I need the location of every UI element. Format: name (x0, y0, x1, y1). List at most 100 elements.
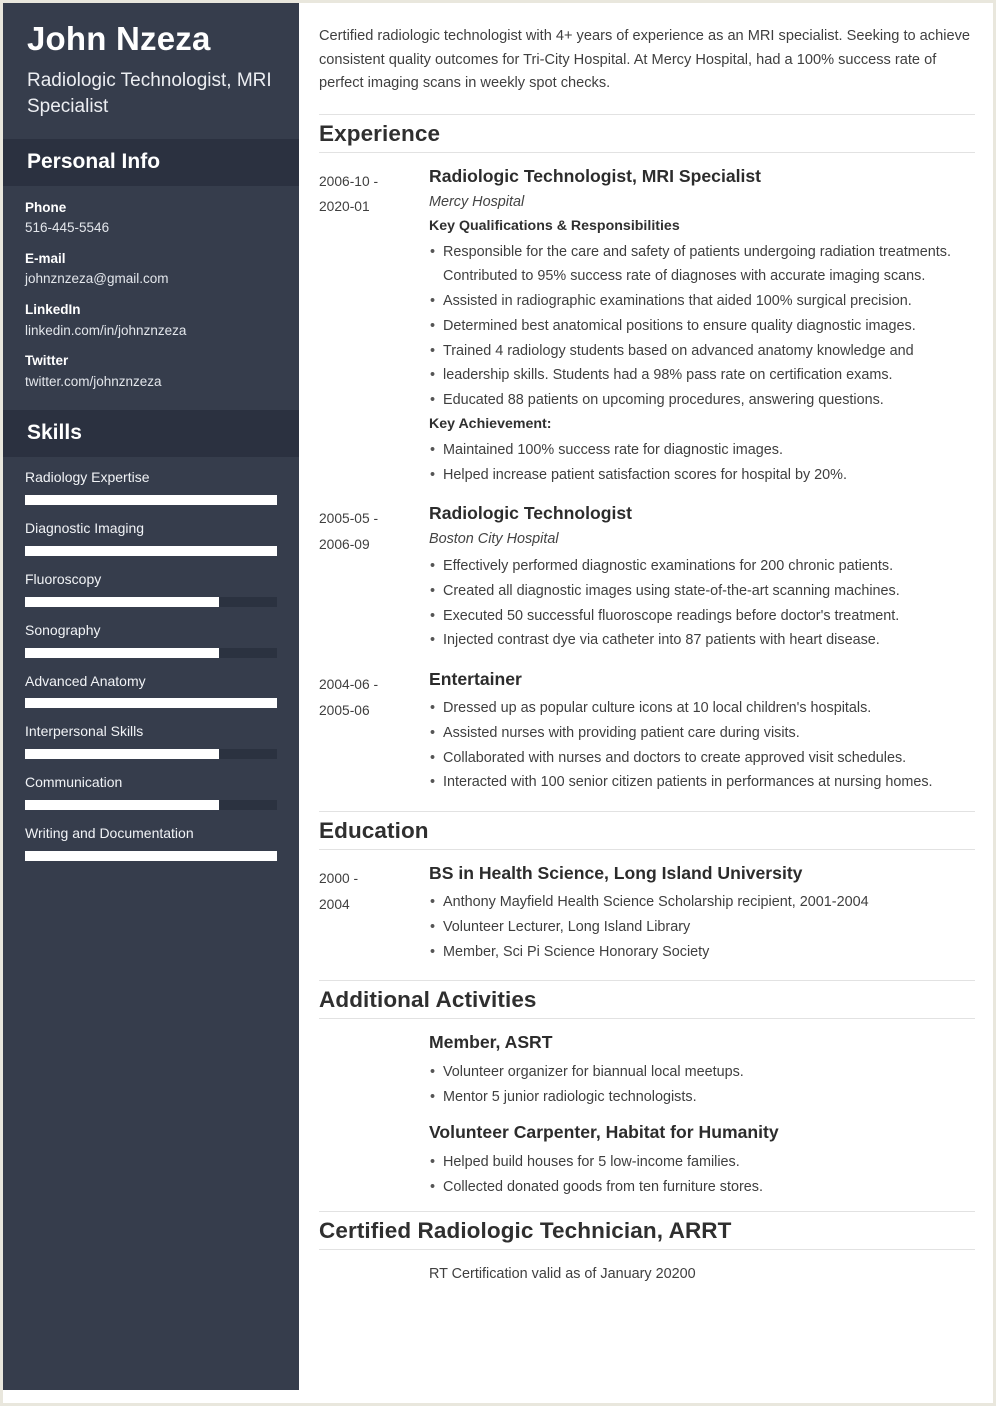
list-item: Injected contrast dye via catheter into … (429, 628, 975, 653)
skill-bar-track (25, 495, 277, 506)
skill-bar-track (25, 647, 277, 658)
skill-bar-fill (25, 546, 277, 557)
skill-bar-fill (25, 800, 220, 811)
personal-info-heading: Personal Info (3, 139, 299, 187)
entry-body: Radiologic Technologist, MRI Specialist … (429, 166, 975, 489)
experience-entry: 2005-05 - 2006-09 Radiologic Technologis… (319, 503, 975, 655)
skill-label: Interpersonal Skills (25, 723, 144, 740)
skill-bar-fill (25, 749, 220, 760)
section-header-education: Education (319, 811, 975, 851)
skill-item: Communication (25, 774, 277, 811)
skill-bar-track (25, 800, 277, 811)
full-name: John Nzeza (27, 20, 211, 57)
skill-bar-fill (25, 850, 277, 861)
entry-achievement-list: Maintained 100% success rate for diagnos… (429, 438, 975, 488)
date-to: 2020-01 (319, 199, 370, 215)
skill-label: Diagnostic Imaging (25, 520, 145, 537)
contact-item-phone: Phone 516-445-5546 (25, 200, 277, 237)
list-item: Volunteer organizer for biannual local m… (429, 1060, 975, 1085)
contact-label: Phone (25, 200, 67, 216)
entry-bullet-list: Anthony Mayfield Health Science Scholars… (429, 890, 975, 964)
skill-bar-track (25, 698, 277, 709)
activities-list: Member, ASRT Volunteer organizer for bia… (319, 1032, 975, 1199)
entry-body: Radiologic Technologist Boston City Hosp… (429, 503, 975, 655)
sidebar: John Nzeza Radiologic Technologist, MRI … (3, 3, 299, 1390)
skill-bar-track (25, 749, 277, 760)
list-item: Determined best anatomical positions to … (429, 314, 975, 339)
list-item: Trained 4 radiology students based on ad… (429, 339, 975, 364)
entry-dates: 2000 - 2004 (319, 863, 429, 966)
list-item: Responsible for the care and safety of p… (429, 240, 975, 290)
contact-item-twitter: Twitter twitter.com/johnznzeza (25, 353, 277, 390)
list-item: Helped build houses for 5 low-income fam… (429, 1150, 975, 1175)
activity-bullet-list: Helped build houses for 5 low-income fam… (429, 1150, 975, 1200)
entry-title: Radiologic Technologist (429, 503, 632, 524)
activity-block: Volunteer Carpenter, Habitat for Humanit… (429, 1122, 975, 1200)
section-title: Experience (319, 120, 441, 146)
skill-bar-fill (25, 596, 220, 607)
skills-list: Radiology Expertise Diagnostic Imaging F… (3, 457, 299, 901)
skill-label: Sonography (25, 621, 101, 638)
list-item: Collaborated with nurses and doctors to … (429, 746, 975, 771)
date-to: 2006-09 (319, 536, 370, 552)
section-title: Education (319, 818, 429, 844)
contact-label: Twitter (25, 353, 69, 369)
date-from: 2005-05 - (319, 511, 379, 527)
list-item: Anthony Mayfield Health Science Scholars… (429, 890, 975, 915)
activity-title: Member, ASRT (429, 1032, 553, 1053)
skill-item: Interpersonal Skills (25, 723, 277, 760)
skill-item: Advanced Anatomy (25, 673, 277, 709)
list-item: Educated 88 patients on upcoming procedu… (429, 388, 975, 413)
section-header-activities: Additional Activities (319, 980, 975, 1020)
entry-bullet-list: Dressed up as popular culture icons at 1… (429, 696, 975, 795)
skill-bar-track (25, 546, 277, 557)
contact-value[interactable]: twitter.com/johnznzeza (25, 374, 277, 391)
skill-bar-track (25, 596, 277, 607)
skill-bar-track (25, 850, 277, 861)
entry-bullet-list: Responsible for the care and safety of p… (429, 240, 975, 413)
entry-bullet-list: Effectively performed diagnostic examina… (429, 554, 975, 653)
skills-heading: Skills (3, 410, 299, 458)
skill-item: Sonography (25, 622, 277, 658)
entry-subheading-achievement: Key Achievement: (429, 415, 552, 432)
list-item: Member, Sci Pi Science Honorary Society (429, 940, 975, 965)
date-from: 2004-06 - (319, 677, 379, 693)
skill-bar-fill (25, 698, 277, 709)
activity-block: Member, ASRT Volunteer organizer for bia… (429, 1032, 975, 1110)
skill-label: Writing and Documentation (25, 825, 194, 842)
list-item: Assisted nurses with providing patient c… (429, 721, 975, 746)
skill-label: Communication (25, 774, 123, 791)
contact-label: LinkedIn (25, 302, 81, 318)
skill-item: Radiology Expertise (25, 469, 277, 506)
section-header-certification: Certified Radiologic Technician, ARRT (319, 1211, 975, 1251)
contact-value[interactable]: johnznzeza@gmail.com (25, 271, 277, 288)
contact-value[interactable]: 516-445-5546 (25, 220, 277, 237)
list-item: Collected donated goods from ten furnitu… (429, 1175, 975, 1200)
list-item: Effectively performed diagnostic examina… (429, 554, 975, 579)
skill-item: Writing and Documentation (25, 825, 277, 861)
list-item: Helped increase patient satisfaction sco… (429, 463, 975, 488)
list-item: Executed 50 successful fluoroscope readi… (429, 604, 975, 629)
resume-page: John Nzeza Radiologic Technologist, MRI … (0, 0, 996, 1406)
list-item: Mentor 5 junior radiologic technologists… (429, 1085, 975, 1110)
list-item: Assisted in radiographic examinations th… (429, 289, 975, 314)
list-item: Interacted with 100 senior citizen patie… (429, 770, 975, 795)
entry-dates: 2004-06 - 2005-06 (319, 669, 429, 797)
activity-title: Volunteer Carpenter, Habitat for Humanit… (429, 1121, 779, 1142)
entry-body: Entertainer Dressed up as popular cultur… (429, 669, 975, 797)
section-header-experience: Experience (319, 113, 975, 153)
entry-organization: Boston City Hospital (429, 531, 559, 548)
activity-bullet-list: Volunteer organizer for biannual local m… (429, 1060, 975, 1110)
date-from: 2000 - (319, 871, 359, 887)
entry-organization: Mercy Hospital (429, 193, 525, 210)
skill-item: Diagnostic Imaging (25, 520, 277, 557)
entry-title: BS in Health Science, Long Island Univer… (429, 863, 803, 884)
list-item: Volunteer Lecturer, Long Island Library (429, 915, 975, 940)
date-from: 2006-10 - (319, 173, 379, 189)
entry-title: Entertainer (429, 669, 522, 690)
list-item: Dressed up as popular culture icons at 1… (429, 696, 975, 721)
section-title: Certified Radiologic Technician, ARRT (319, 1218, 732, 1244)
entry-title: Radiologic Technologist, MRI Specialist (429, 165, 762, 186)
contact-value[interactable]: linkedin.com/in/johnznzeza (25, 323, 277, 340)
skill-item: Fluoroscopy (25, 571, 277, 607)
